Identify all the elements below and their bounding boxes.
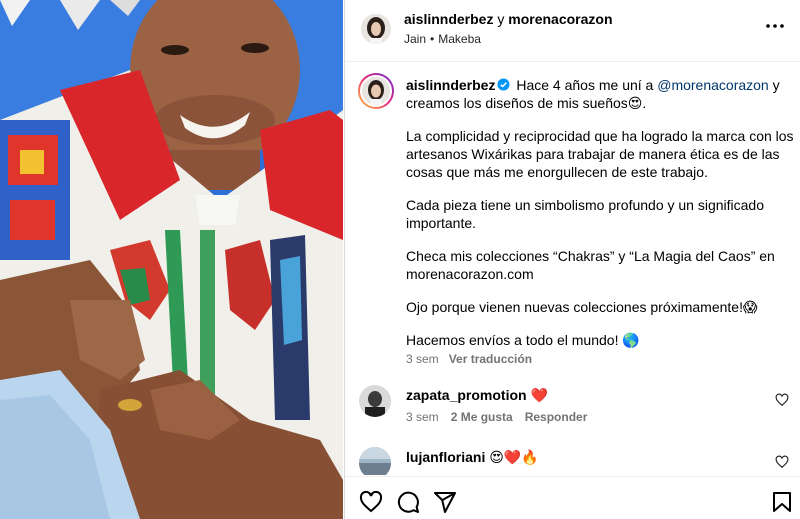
comment-body: 😍❤️🔥 [489, 449, 539, 465]
post-panel: aislinnderbez y morenacorazon Jain • Makeb… [344, 0, 800, 519]
bookmark-icon[interactable] [770, 490, 794, 514]
send-icon[interactable] [433, 490, 457, 514]
collab-username[interactable]: morenacorazon [508, 11, 612, 27]
post-photo [0, 0, 343, 519]
comment-icon[interactable] [396, 490, 420, 514]
comments-scroll-area[interactable]: aislinnderbez Hace 4 años me uní a @more… [345, 63, 800, 475]
caption-paragraph-3: Cada pieza tiene un simbolismo profundo … [406, 197, 764, 231]
comment-like-heart-icon[interactable] [775, 455, 789, 469]
comment-text: lujanfloriani 😍❤️🔥 [406, 449, 539, 466]
caption-paragraph-6: Hacemos envíos a todo el mundo! 🌎 [406, 332, 640, 348]
separator-dot: • [430, 32, 435, 46]
caption-author-avatar[interactable] [358, 73, 394, 109]
caption-paragraph-2: La complicidad y reciprocidad que ha log… [406, 128, 794, 180]
comment-text: zapata_promotion ❤️ [406, 387, 548, 404]
comment-body: ❤️ [530, 387, 548, 403]
action-bar [345, 476, 800, 519]
comment-likes[interactable]: 2 Me gusta [451, 410, 513, 424]
comment-avatar[interactable] [359, 385, 391, 417]
comment-timestamp[interactable]: 3 sem [406, 410, 439, 424]
comment-avatar[interactable] [359, 447, 391, 475]
heart-icon[interactable] [359, 490, 383, 514]
audio-link[interactable]: Makeba [438, 32, 481, 46]
comment-username[interactable]: lujanfloriani [406, 449, 485, 465]
caption-mention-link[interactable]: @morenacorazon [657, 77, 769, 93]
caption-text: aislinnderbez Hace 4 años me uní a @more… [406, 76, 796, 364]
post-header: aislinnderbez y morenacorazon Jain • Makeb… [345, 0, 800, 62]
header-usernames: aislinnderbez y morenacorazon [404, 11, 613, 27]
comment-like-heart-icon[interactable] [775, 393, 789, 407]
comment-meta: 3 sem 2 Me gusta Responder [406, 410, 599, 424]
reply-button[interactable]: Responder [525, 410, 588, 424]
caption-paragraph-4: Checa mis colecciones “Chakras” y “La Ma… [406, 248, 775, 282]
collab-joiner: y [497, 11, 505, 27]
caption-timestamp[interactable]: 3 sem [406, 352, 439, 366]
location-link[interactable]: Jain [404, 32, 426, 46]
author-avatar[interactable] [361, 14, 391, 44]
caption-meta: 3 sem Ver traducción [406, 352, 532, 366]
caption-paragraph-5: Ojo porque vienen nuevas colecciones pró… [406, 299, 758, 315]
post-media[interactable] [0, 0, 343, 519]
author-username[interactable]: aislinnderbez [404, 11, 493, 27]
header-subline: Jain • Makeba [404, 32, 481, 46]
more-options-button[interactable] [763, 14, 787, 38]
see-translation-button[interactable]: Ver traducción [449, 352, 532, 366]
comment-username[interactable]: zapata_promotion [406, 387, 527, 403]
caption-username[interactable]: aislinnderbez [406, 77, 495, 93]
verified-badge-icon [497, 78, 511, 91]
caption-line1-before: Hace 4 años me uní a [516, 77, 658, 93]
more-horizontal-icon [766, 24, 784, 28]
